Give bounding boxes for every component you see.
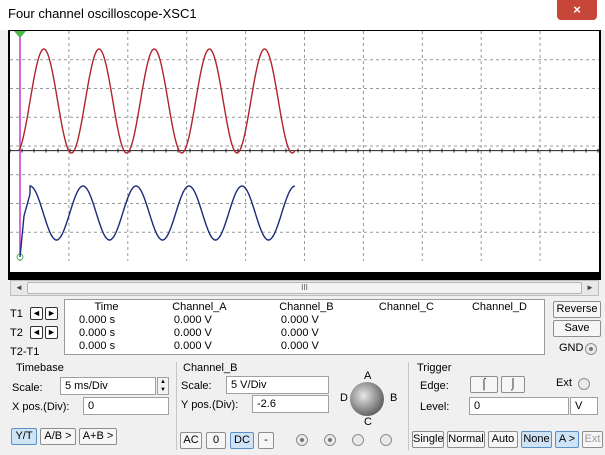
- channel-ypos-label: Y pos.(Div):: [181, 399, 239, 411]
- t1-channel-d: [451, 313, 544, 326]
- channel-a-radio[interactable]: [296, 434, 308, 446]
- trigger-title: Trigger: [417, 362, 452, 374]
- trigger-ext-radio[interactable]: [578, 378, 590, 390]
- trigger-level-label: Level:: [420, 401, 450, 413]
- trigger-single-button[interactable]: Single: [412, 431, 444, 448]
- t1-time: 0.000 s: [79, 313, 116, 326]
- timebase-scale-input[interactable]: 5 ms/Div: [60, 377, 156, 395]
- trigger-normal-button[interactable]: Normal: [447, 431, 485, 448]
- channel-select-knob-icon[interactable]: [350, 382, 384, 416]
- table-row: 0.000 s 0.000 V 0.000 V: [65, 313, 544, 326]
- scroll-right-icon[interactable]: ►: [583, 282, 597, 294]
- channel-d-radio[interactable]: [380, 434, 392, 446]
- t2-channel-a: 0.000 V: [173, 326, 212, 339]
- channel-c-radio[interactable]: [352, 434, 364, 446]
- t1-right-arrow-icon[interactable]: ►: [45, 307, 58, 320]
- channel-b-radio[interactable]: [324, 434, 336, 446]
- gnd-radio[interactable]: [585, 343, 597, 355]
- readout-header-row: Time Channel_A Channel_B Channel_C Chann…: [65, 300, 544, 313]
- scroll-left-icon[interactable]: ◄: [12, 282, 26, 294]
- divider: [408, 362, 409, 450]
- trigger-level-input[interactable]: 0: [469, 397, 569, 415]
- knob-label-b: B: [390, 392, 398, 404]
- title-bar: Four channel oscilloscope-XSC1 ×: [0, 0, 605, 30]
- coupling-zero-button[interactable]: 0: [206, 432, 226, 449]
- measurement-readout: Time Channel_A Channel_B Channel_C Chann…: [64, 299, 545, 355]
- timebase-title: Timebase: [16, 362, 64, 374]
- timebase-scale-spinner[interactable]: ▲ ▼: [157, 377, 169, 395]
- channel-ypos-input[interactable]: -2.6: [252, 395, 329, 413]
- coupling-minus-button[interactable]: -: [258, 432, 274, 449]
- knob-label-a: A: [364, 370, 372, 382]
- t2-right-arrow-icon[interactable]: ►: [45, 326, 58, 339]
- rising-edge-icon[interactable]: ⌠: [470, 376, 498, 393]
- window-title: Four channel oscilloscope-XSC1: [8, 6, 197, 21]
- mode-yt-button[interactable]: Y/T: [11, 428, 37, 445]
- time-scrollbar[interactable]: ◄ III ►: [10, 280, 599, 296]
- delta-channel-d: [451, 339, 544, 352]
- trigger-auto-button[interactable]: Auto: [488, 431, 518, 448]
- t2-left-arrow-icon[interactable]: ◄: [30, 326, 43, 339]
- cursor-delta-label: T2-T1: [10, 346, 40, 358]
- delta-channel-a: 0.000 V: [173, 339, 212, 352]
- table-row: 0.000 s 0.000 V 0.000 V: [65, 326, 544, 339]
- t2-channel-d: [451, 326, 544, 339]
- trigger-ext-button[interactable]: Ext: [582, 431, 603, 448]
- col-channel-a: Channel_A: [172, 300, 227, 313]
- t1-channel-b: 0.000 V: [280, 313, 319, 326]
- trigger-ext-label: Ext: [556, 377, 572, 389]
- mode-aplusb-button[interactable]: A+B >: [79, 428, 117, 445]
- col-channel-c: Channel_C: [378, 300, 434, 313]
- cursor-t2-label: T2: [10, 327, 23, 339]
- coupling-ac-button[interactable]: AC: [180, 432, 202, 449]
- cursor-controls: T1 ◄ ► T2 ◄ ► T2-T1: [10, 306, 62, 363]
- channel-scale-input[interactable]: 5 V/Div: [226, 376, 329, 394]
- trigger-a-button[interactable]: A >: [555, 431, 579, 448]
- divider: [176, 362, 177, 450]
- col-channel-b: Channel_B: [279, 300, 334, 313]
- delta-channel-b: 0.000 V: [280, 339, 319, 352]
- delta-channel-c: [358, 339, 451, 352]
- t1-left-arrow-icon[interactable]: ◄: [30, 307, 43, 320]
- reverse-button[interactable]: Reverse: [553, 301, 601, 318]
- t1-channel-c: [358, 313, 451, 326]
- timebase-scale-label: Scale:: [12, 382, 43, 394]
- falling-edge-icon[interactable]: ⌡: [501, 376, 525, 393]
- save-button[interactable]: Save: [553, 320, 601, 337]
- waveform-display: [10, 31, 599, 261]
- trigger-none-button[interactable]: None: [521, 431, 552, 448]
- timebase-xpos-label: X pos.(Div):: [12, 401, 70, 413]
- col-time: Time: [94, 300, 119, 313]
- channel-title: Channel_B: [183, 362, 238, 374]
- scope-screen: [10, 31, 599, 272]
- trigger-level-unit[interactable]: V: [570, 397, 598, 415]
- col-channel-d: Channel_D: [471, 300, 527, 313]
- gnd-label: GND: [559, 342, 584, 354]
- coupling-dc-button[interactable]: DC: [230, 432, 254, 449]
- scroll-thumb[interactable]: III: [27, 282, 582, 294]
- channel-scale-label: Scale:: [181, 380, 212, 392]
- trigger-edge-label: Edge:: [420, 380, 449, 392]
- t2-channel-b: 0.000 V: [280, 326, 319, 339]
- channel-a-trace: [18, 48, 296, 154]
- t2-time: 0.000 s: [79, 326, 116, 339]
- knob-label-d: D: [340, 392, 348, 404]
- knob-label-c: C: [364, 416, 372, 428]
- close-button[interactable]: ×: [557, 0, 597, 20]
- cursor-t1-label: T1: [10, 308, 23, 320]
- t2-channel-c: [358, 326, 451, 339]
- t1-channel-a: 0.000 V: [173, 313, 212, 326]
- mode-ab-button[interactable]: A/B >: [40, 428, 76, 445]
- cursor-t1-handle-icon[interactable]: [14, 31, 26, 38]
- table-row: 0.000 s 0.000 V 0.000 V: [65, 339, 544, 352]
- timebase-xpos-input[interactable]: 0: [83, 397, 169, 415]
- channel-b-trace: [19, 185, 296, 258]
- delta-time: 0.000 s: [79, 339, 116, 352]
